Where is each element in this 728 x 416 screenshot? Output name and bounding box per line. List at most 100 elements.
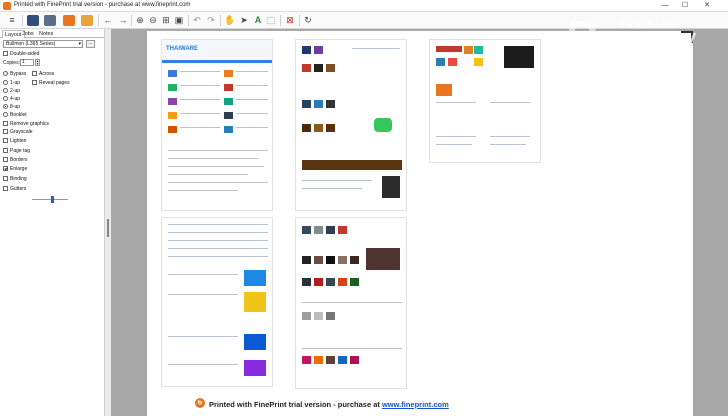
checkbox-box (3, 186, 8, 192)
content-image (326, 64, 335, 72)
content-image (314, 226, 323, 234)
content-image (302, 356, 311, 364)
text-line (168, 232, 268, 233)
copies-spinner[interactable]: ▲ ▼ (35, 59, 40, 66)
content-image (224, 70, 233, 77)
grid-view-icon[interactable]: ⊞ (160, 15, 172, 26)
enlarge-slider-track[interactable] (32, 199, 68, 200)
redo-icon[interactable]: ↷ (205, 15, 217, 26)
layout-option-bypass[interactable]: Bypass (3, 71, 26, 77)
page-thumbnail[interactable] (161, 217, 273, 387)
nav-bar (162, 60, 272, 63)
reveal-pages-checkbox[interactable]: Reveal pages (32, 80, 70, 86)
print-preview-icon[interactable] (44, 15, 56, 26)
fineprint-link[interactable]: www.fineprint.com (382, 400, 449, 409)
layout-option-2up[interactable]: 2-up (3, 88, 20, 94)
back-icon[interactable]: ← (102, 15, 114, 26)
tab-notes[interactable]: Notes (37, 30, 55, 38)
crop-tool-icon[interactable]: ⬚ (265, 15, 277, 26)
toolbar-separator (22, 15, 23, 26)
page-tag-checkbox[interactable]: Page tag (3, 148, 30, 154)
menu-icon[interactable]: ≡ (6, 15, 18, 26)
maximize-button[interactable]: ☐ (676, 0, 694, 12)
printer-select[interactable]: Bullmon (L365 Series) ▾ (3, 40, 83, 48)
enlarge-slider-thumb[interactable] (51, 196, 54, 203)
text-line (490, 102, 530, 103)
checkbox-box (3, 176, 8, 182)
hand-tool-icon[interactable]: ✋ (224, 15, 236, 26)
zoom-out-icon[interactable]: ⊖ (147, 15, 159, 26)
layout-option-booklet[interactable]: Booklet (3, 112, 27, 118)
text-line (236, 85, 268, 86)
splitter-grip[interactable] (107, 219, 109, 237)
text-line (180, 85, 220, 86)
text-line (436, 136, 476, 137)
tab-jobs[interactable]: Jobs (20, 30, 36, 38)
content-image (224, 112, 233, 119)
fineprint-app-icon (3, 2, 11, 10)
open-folder-icon[interactable] (81, 15, 93, 26)
content-image (314, 124, 323, 132)
text-line (168, 158, 258, 159)
trial-footer: Printed with FinePrint trial version - p… (209, 400, 449, 409)
text-line (490, 144, 526, 145)
content-image (326, 100, 335, 108)
grayscale-checkbox[interactable]: Grayscale (3, 129, 33, 135)
layout-option-1up[interactable]: 1-up (3, 80, 20, 86)
page-thumbnail[interactable] (429, 39, 541, 163)
double-sided-checkbox[interactable]: Double-sided (3, 51, 39, 57)
print-preview-area[interactable]: THAIWARE fp Printed with FinePrint trial… (111, 29, 728, 416)
close-button[interactable]: ✕ (698, 0, 716, 12)
copies-input[interactable]: 1 (20, 59, 34, 66)
lighten-checkbox[interactable]: Lighten (3, 138, 26, 144)
text-line (236, 127, 268, 128)
page-thumbnail[interactable] (295, 217, 407, 389)
select-tool-icon[interactable]: ➤ (238, 15, 250, 26)
content-image (314, 278, 323, 286)
text-line (168, 166, 264, 167)
layout-option-4up[interactable]: 4-up (3, 96, 20, 102)
content-image (326, 256, 335, 264)
page-thumbnail[interactable]: THAIWARE (161, 39, 273, 211)
fit-page-icon[interactable]: ▣ (173, 15, 185, 26)
save-icon[interactable] (63, 15, 75, 26)
binding-checkbox[interactable]: Binding (3, 176, 27, 182)
minimize-button[interactable]: — (656, 0, 674, 12)
layout-option-8up[interactable]: 8-up (3, 104, 20, 110)
content-image (314, 64, 323, 72)
refresh-icon[interactable]: ↻ (302, 15, 314, 26)
fineprint-logo-icon: fp (195, 398, 205, 408)
borders-checkbox[interactable]: Borders (3, 157, 28, 163)
content-image (366, 248, 400, 270)
content-image (504, 46, 534, 68)
content-image (168, 112, 177, 119)
print-icon[interactable] (27, 15, 39, 26)
toolbar-separator (188, 15, 189, 26)
checkbox-box (3, 166, 8, 172)
checkbox-box (3, 148, 8, 154)
remove-graphics-checkbox[interactable]: Remove graphics (3, 121, 49, 127)
radio-button (3, 88, 8, 94)
printer-properties-button[interactable]: ... (86, 40, 95, 48)
content-image (326, 124, 335, 132)
window-title: Printed with FinePrint trial version - p… (14, 2, 191, 8)
text-line (168, 336, 238, 337)
forward-icon[interactable]: → (117, 15, 129, 26)
text-line (168, 248, 268, 249)
zoom-in-icon[interactable]: ⊕ (134, 15, 146, 26)
page-thumbnail[interactable] (295, 39, 407, 211)
text-tool-icon[interactable]: A (252, 15, 264, 26)
content-image (374, 118, 392, 132)
content-image (350, 356, 359, 364)
content-image (302, 312, 311, 320)
order-across-checkbox[interactable]: Across (32, 71, 54, 77)
checkbox-box (3, 51, 8, 57)
delete-page-icon[interactable]: ⊠ (284, 15, 296, 26)
gutters-checkbox[interactable]: Gutters (3, 186, 26, 192)
toolbar-separator (131, 15, 132, 26)
enlarge-checkbox[interactable]: Enlarge (3, 166, 27, 172)
undo-icon[interactable]: ↶ (191, 15, 203, 26)
panel-splitter[interactable] (104, 29, 111, 416)
content-image (244, 334, 266, 350)
content-image (474, 46, 483, 54)
